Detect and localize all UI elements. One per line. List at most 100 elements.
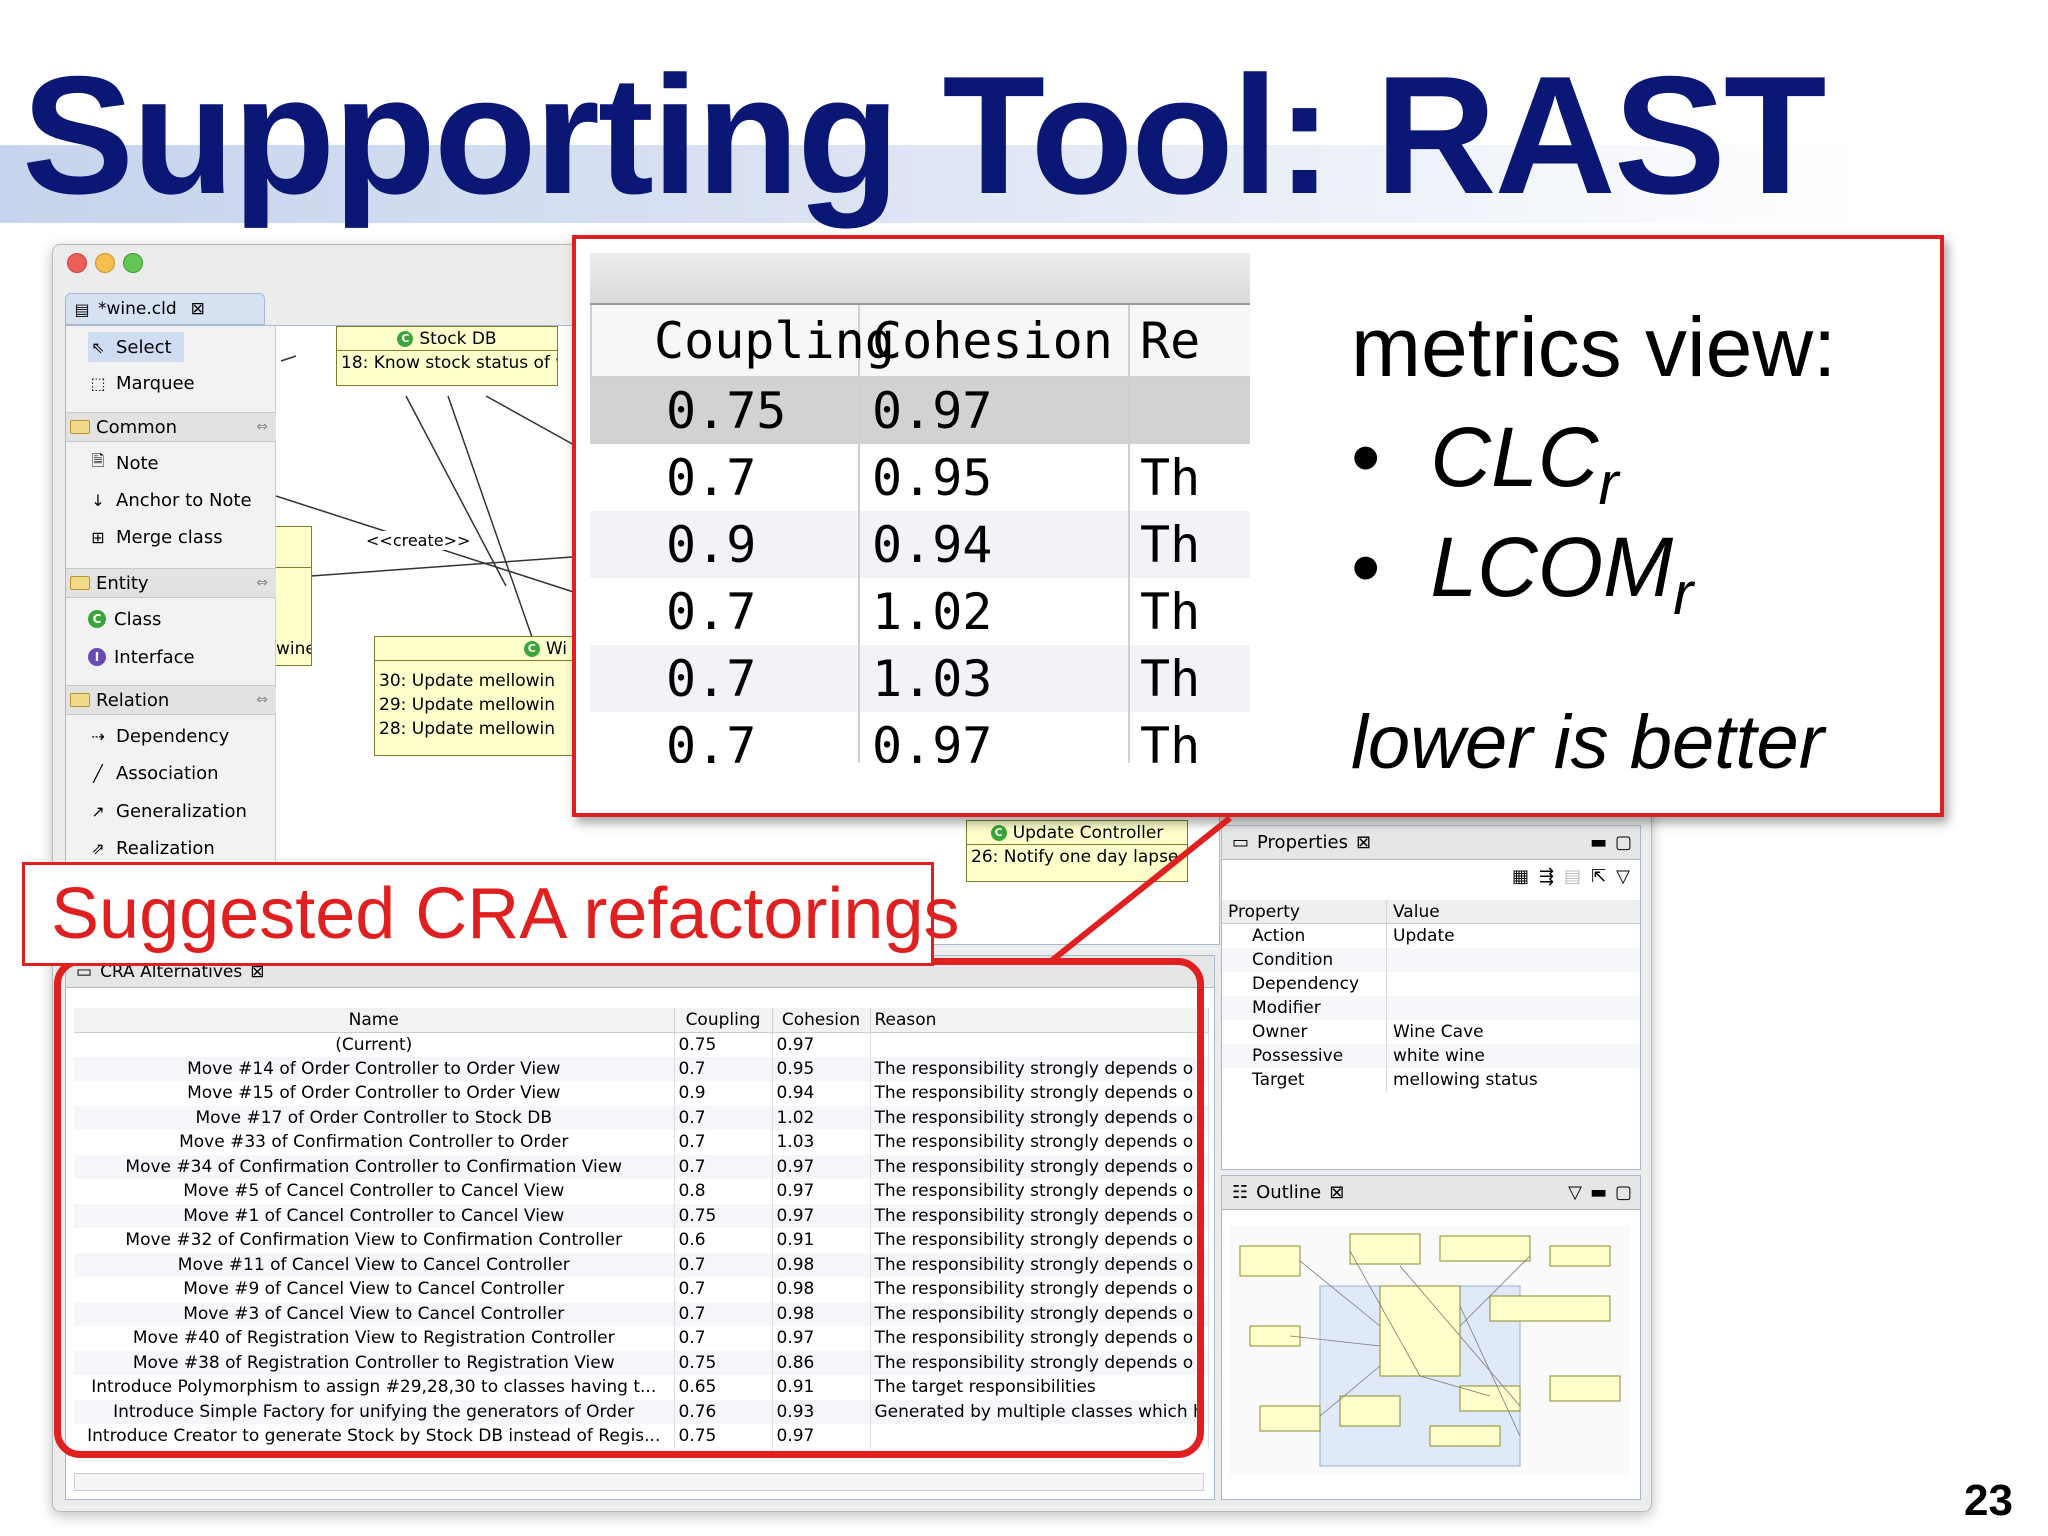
bullet-text: LCOM bbox=[1430, 520, 1674, 614]
table-row[interactable]: Introduce Simple Factory for unifying th… bbox=[74, 1399, 1209, 1424]
column-header[interactable]: Name bbox=[74, 1008, 675, 1033]
class-responsibility: 29: Update mellowin bbox=[379, 695, 556, 715]
table-row[interactable]: Move #32 of Confirmation View to Confirm… bbox=[74, 1228, 1209, 1253]
metrics-zoom-callout: Coupling Cohesion Re 0.75 0.97 0.7 0.95 Th 0.… bbox=[572, 235, 1944, 817]
table-row[interactable]: Move #1 of Cancel Controller to Cancel V… bbox=[74, 1203, 1209, 1228]
table-row[interactable]: Possessive white wine bbox=[1222, 1044, 1640, 1068]
class-header: C Wi bbox=[375, 637, 573, 661]
table-row[interactable]: Move #3 of Cancel View to Cancel Control… bbox=[74, 1301, 1209, 1326]
table-row[interactable]: Owner Wine Cave bbox=[1222, 1020, 1640, 1044]
zoom-coupling-cell: 0.75 bbox=[590, 377, 860, 444]
cra-coupling-cell: 0.9 bbox=[674, 1081, 773, 1106]
column-header[interactable]: Reason bbox=[870, 1008, 1209, 1033]
zoom-table-row: 0.7 1.02 Th bbox=[590, 578, 1250, 645]
filter-icon[interactable]: ▤ bbox=[1564, 866, 1581, 887]
class-wine[interactable]: C Wi 30: Update mellowin 29: Update mell… bbox=[374, 636, 574, 756]
zoom-cohesion-cell: 1.02 bbox=[860, 578, 1130, 645]
class-icon: C bbox=[523, 640, 540, 657]
class-update-controller[interactable]: C Update Controller 26: Notify one day l… bbox=[966, 820, 1188, 882]
properties-tab[interactable]: ▭ Properties ⊠ ▬ ▢ bbox=[1222, 826, 1640, 860]
table-row[interactable]: Move #5 of Cancel Controller to Cancel V… bbox=[74, 1179, 1209, 1204]
zoom-table-row: 0.7 0.95 Th bbox=[590, 444, 1250, 511]
cra-name-cell: Move #9 of Cancel View to Cancel Control… bbox=[74, 1277, 675, 1302]
close-icon[interactable]: ⊠ bbox=[191, 299, 205, 319]
property-value bbox=[1387, 948, 1393, 972]
class-icon: C bbox=[397, 330, 414, 347]
table-row[interactable]: Move #38 of Registration Controller to R… bbox=[74, 1350, 1209, 1375]
lower-is-better-label: lower is better bbox=[1351, 700, 1825, 785]
property-name: Dependency bbox=[1222, 972, 1387, 996]
table-row[interactable]: Modifier bbox=[1222, 996, 1640, 1020]
class-partial[interactable]: wine bbox=[276, 526, 312, 666]
table-row[interactable]: Move #15 of Order Controller to Order Vi… bbox=[74, 1081, 1209, 1106]
editor-tab[interactable]: ▤ *wine.cld ⊠ bbox=[65, 293, 265, 325]
class-stock-db[interactable]: C Stock DB 18: Know stock status of wine bbox=[336, 326, 558, 386]
cra-reason-cell: The responsibility strongly depends o bbox=[870, 1350, 1209, 1375]
cra-table: Name Coupling Cohesion Reason (Current) 0… bbox=[74, 1008, 1209, 1449]
outline-tab[interactable]: ☷ Outline ⊠ ▽ ▬ ▢ bbox=[1222, 1176, 1640, 1210]
cra-name-cell: Move #14 of Order Controller to Order Vi… bbox=[74, 1056, 675, 1081]
cra-name-cell: Move #17 of Order Controller to Stock DB bbox=[74, 1105, 675, 1130]
zoomed-metrics-table: Coupling Cohesion Re 0.75 0.97 0.7 0.95 Th 0.… bbox=[590, 253, 1250, 763]
page-number: 23 bbox=[1964, 1476, 2013, 1525]
advanced-icon[interactable]: ⇶ bbox=[1539, 866, 1554, 887]
zoom-column-header: Re bbox=[1140, 311, 1201, 370]
table-row[interactable]: Action Update bbox=[1222, 924, 1640, 948]
close-icon[interactable]: ⊠ bbox=[1356, 832, 1371, 853]
maximize-icon[interactable]: ▢ bbox=[1615, 1182, 1632, 1203]
zoom-cohesion-cell: 0.97 bbox=[860, 712, 1130, 763]
minimize-icon[interactable]: ▬ bbox=[1590, 1182, 1607, 1203]
cra-coupling-cell: 0.65 bbox=[674, 1375, 773, 1400]
cra-reason-cell: The target responsibilities bbox=[870, 1375, 1209, 1400]
bullet-dot: • bbox=[1351, 520, 1381, 614]
table-row[interactable]: Move #17 of Order Controller to Stock DB… bbox=[74, 1105, 1209, 1130]
editor-tab-label: *wine.cld bbox=[98, 299, 177, 319]
cra-reason-cell: The responsibility strongly depends o bbox=[870, 1105, 1209, 1130]
cra-reason-cell: Generated by multiple classes which h bbox=[870, 1399, 1209, 1424]
property-name: Owner bbox=[1222, 1020, 1387, 1044]
property-value: Update bbox=[1393, 926, 1455, 946]
column-header[interactable]: Cohesion bbox=[772, 1008, 871, 1033]
table-row[interactable]: Introduce Creator to generate Stock by S… bbox=[74, 1424, 1209, 1449]
column-header[interactable]: Coupling bbox=[674, 1008, 773, 1033]
outline-thumbnail[interactable] bbox=[1230, 1226, 1630, 1476]
cra-coupling-cell: 0.7 bbox=[674, 1130, 773, 1155]
cra-table-body: (Current) 0.75 0.97 Move #14 of Order Contr… bbox=[74, 1032, 1209, 1449]
cra-cohesion-cell: 0.95 bbox=[772, 1056, 871, 1081]
table-row[interactable]: Move #34 of Confirmation Controller to C… bbox=[74, 1154, 1209, 1179]
maximize-icon[interactable]: ▢ bbox=[1615, 832, 1632, 853]
cra-name-cell: Introduce Polymorphism to assign #29,28,… bbox=[74, 1375, 675, 1400]
table-row[interactable]: Move #14 of Order Controller to Order Vi… bbox=[74, 1056, 1209, 1081]
view-menu-icon[interactable]: ▽ bbox=[1568, 1182, 1582, 1203]
table-row[interactable]: (Current) 0.75 0.97 bbox=[74, 1032, 1209, 1057]
table-row[interactable]: Move #11 of Cancel View to Cancel Contro… bbox=[74, 1252, 1209, 1277]
zoom-window-button[interactable] bbox=[123, 253, 143, 273]
class-responsibility: 28: Update mellowin bbox=[379, 719, 556, 739]
zoom-coupling-cell: 0.7 bbox=[590, 578, 860, 645]
close-window-button[interactable] bbox=[67, 253, 87, 273]
table-header: Property Value bbox=[1222, 900, 1640, 924]
pin-icon[interactable]: ⇱ bbox=[1591, 866, 1606, 887]
cra-cohesion-cell: 0.97 bbox=[772, 1326, 871, 1351]
minimize-window-button[interactable] bbox=[95, 253, 115, 273]
horizontal-scrollbar[interactable] bbox=[74, 1473, 1204, 1491]
create-stereotype-label: <<create>> bbox=[366, 531, 471, 550]
cra-cohesion-cell: 0.94 bbox=[772, 1081, 871, 1106]
table-row[interactable]: Dependency bbox=[1222, 972, 1640, 996]
view-menu-icon[interactable]: ▽ bbox=[1616, 866, 1630, 887]
class-spacer bbox=[375, 661, 573, 669]
table-row[interactable]: Target mellowing status bbox=[1222, 1068, 1640, 1092]
table-row[interactable]: Move #9 of Cancel View to Cancel Control… bbox=[74, 1277, 1209, 1302]
cra-coupling-cell: 0.7 bbox=[674, 1277, 773, 1302]
table-row[interactable]: Move #40 of Registration View to Registr… bbox=[74, 1326, 1209, 1351]
property-value bbox=[1387, 972, 1393, 996]
zoom-reason-cell: Th bbox=[1140, 649, 1201, 708]
table-row[interactable]: Condition bbox=[1222, 948, 1640, 972]
categories-icon[interactable]: ▦ bbox=[1512, 866, 1529, 887]
zoom-table-row: 0.9 0.94 Th bbox=[590, 511, 1250, 578]
table-row[interactable]: Move #33 of Confirmation Controller to O… bbox=[74, 1130, 1209, 1155]
cra-coupling-cell: 0.7 bbox=[674, 1105, 773, 1130]
minimize-icon[interactable]: ▬ bbox=[1590, 832, 1607, 853]
close-icon[interactable]: ⊠ bbox=[1329, 1182, 1344, 1203]
table-row[interactable]: Introduce Polymorphism to assign #29,28,… bbox=[74, 1375, 1209, 1400]
